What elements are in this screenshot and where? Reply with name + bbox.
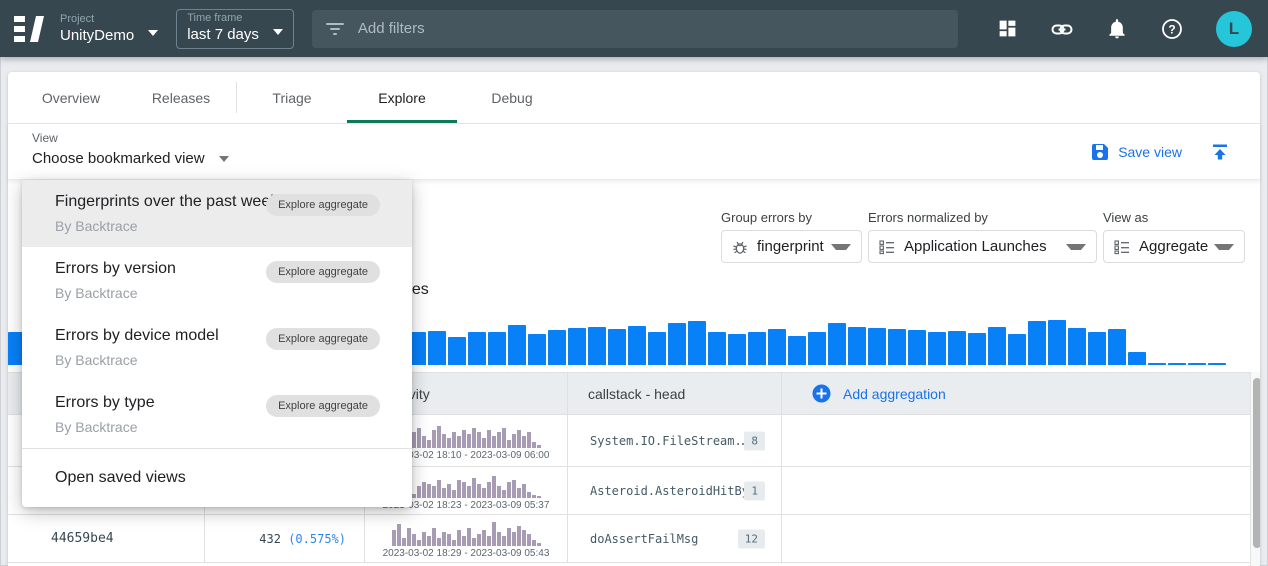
menu-item-errors-by-device-model[interactable]: Errors by device model By Backtrace Expl…: [22, 314, 412, 381]
chevron-down-icon: [1066, 244, 1086, 250]
view-label: View: [32, 131, 1260, 146]
activity-range: 2023-03-02 18:29 - 2023-03-09 05:43: [383, 548, 550, 559]
menu-item-errors-by-type[interactable]: Errors by type By Backtrace Explore aggr…: [22, 381, 412, 448]
table-scrollbar-thumb[interactable]: [1253, 378, 1260, 548]
user-avatar[interactable]: L: [1216, 11, 1252, 47]
callstack-cell: doAssertFailMsg 12: [568, 515, 782, 562]
normalized-by-dropdown[interactable]: Application Launches: [868, 230, 1097, 263]
list-icon: [1114, 239, 1130, 255]
bookmarked-views-menu: Fingerprints over the past week By Backt…: [22, 180, 412, 507]
group-by-dropdown[interactable]: fingerprint: [721, 230, 862, 263]
backtrace-logo-icon[interactable]: [14, 13, 44, 45]
control-label: View as: [1103, 210, 1245, 225]
navbar-icons: ? L: [996, 11, 1252, 47]
timeframe-label: Time frame: [187, 12, 259, 25]
view-as-control: View as Aggregate: [1103, 210, 1245, 263]
timeframe-value: last 7 days: [187, 25, 259, 44]
errors-cell: 432 (0.575%): [205, 515, 365, 562]
menu-item-subtitle: By Backtrace: [55, 417, 380, 437]
error-count: 432: [259, 532, 281, 546]
empty-cell: [782, 415, 1250, 466]
view-as-value: Aggregate: [1139, 238, 1208, 255]
tab-overview[interactable]: Overview: [16, 72, 126, 123]
normalized-by-value: Application Launches: [904, 238, 1047, 255]
top-navbar: Project UnityDemo Time frame last 7 days…: [0, 0, 1268, 57]
project-label: Project: [60, 13, 134, 26]
tab-explore[interactable]: Explore: [347, 72, 457, 123]
timeframe-selector[interactable]: Time frame last 7 days: [176, 9, 294, 49]
link-icon[interactable]: [1051, 18, 1073, 40]
callstack-count-badge: 1: [744, 481, 765, 500]
callstack-cell: System.IO.FileStream.… 8: [568, 415, 782, 466]
app-window: Project UnityDemo Time frame last 7 days…: [0, 0, 1268, 566]
callstack-count-badge: 8: [744, 431, 765, 450]
menu-item-errors-by-version[interactable]: Errors by version By Backtrace Explore a…: [22, 247, 412, 314]
control-label: Errors normalized by: [868, 210, 1097, 225]
bug-icon: [732, 239, 748, 255]
activity-sparkline: [392, 473, 541, 498]
tab-triage[interactable]: Triage: [237, 72, 347, 123]
bookmarked-view-chooser[interactable]: Choose bookmarked view: [32, 150, 1260, 167]
save-icon: [1091, 143, 1109, 161]
collapse-top-icon[interactable]: [1210, 142, 1230, 162]
header-callstack-head[interactable]: callstack - head: [568, 373, 782, 414]
error-percent: (0.575%): [288, 532, 346, 546]
fingerprint-cell: 44659be4: [8, 515, 205, 562]
chevron-down-icon: [273, 29, 283, 35]
table-scrollbar-track: [1250, 372, 1260, 566]
tab-releases[interactable]: Releases: [126, 72, 236, 123]
plus-circle-icon: [812, 384, 831, 403]
add-filters-input[interactable]: Add filters: [312, 10, 958, 48]
explore-aggregate-badge: Explore aggregate: [266, 194, 380, 216]
tab-bar: Overview Releases Triage Explore Debug: [8, 72, 1260, 124]
menu-item-subtitle: By Backtrace: [55, 350, 380, 370]
save-view-label: Save view: [1118, 144, 1182, 160]
project-value: UnityDemo: [60, 26, 134, 45]
project-selector[interactable]: Project UnityDemo: [60, 13, 158, 45]
add-aggregation-label: Add aggregation: [843, 386, 946, 402]
add-aggregation-button[interactable]: Add aggregation: [782, 384, 946, 403]
chooser-text: Choose bookmarked view: [32, 150, 205, 167]
filters-placeholder: Add filters: [358, 20, 425, 37]
empty-cell: [782, 467, 1250, 514]
activity-sparkline: [392, 423, 541, 448]
activity-sparkline: [392, 521, 541, 546]
callstack-count-badge: 12: [738, 529, 765, 548]
notifications-bell-icon[interactable]: [1106, 18, 1128, 40]
explore-aggregate-badge: Explore aggregate: [266, 261, 380, 283]
view-bar: View Choose bookmarked view Save view: [8, 124, 1260, 180]
filter-icon: [326, 22, 344, 36]
group-errors-by-control: Group errors by fingerprint: [721, 210, 862, 263]
chevron-down-icon: [148, 30, 158, 36]
normalized-by-control: Errors normalized by Application Launche…: [868, 210, 1097, 263]
list-icon: [879, 239, 895, 255]
view-as-dropdown[interactable]: Aggregate: [1103, 230, 1245, 263]
explore-aggregate-badge: Explore aggregate: [266, 328, 380, 350]
chevron-down-icon: [1214, 244, 1234, 250]
menu-item-fingerprints-over-past-week[interactable]: Fingerprints over the past week By Backt…: [22, 180, 412, 247]
dashboard-icon[interactable]: [996, 18, 1018, 40]
tab-debug[interactable]: Debug: [457, 72, 567, 123]
help-icon[interactable]: ?: [1161, 18, 1183, 40]
group-by-value: fingerprint: [757, 238, 824, 255]
chevron-down-icon: [219, 156, 229, 162]
control-label: Group errors by: [721, 210, 862, 225]
view-actions: Save view: [1091, 124, 1230, 180]
empty-cell: [782, 515, 1250, 562]
callstack-text: Asteroid.AsteroidHitBy…: [590, 484, 756, 498]
table-row[interactable]: 44659be4 432 (0.575%) 2023-03-02 18:29 -…: [8, 515, 1250, 563]
svg-text:?: ?: [1168, 22, 1175, 36]
callstack-cell: Asteroid.AsteroidHitBy… 1: [568, 467, 782, 514]
save-view-button[interactable]: Save view: [1091, 143, 1182, 161]
open-saved-views-item[interactable]: Open saved views: [22, 449, 412, 507]
callstack-text: System.IO.FileStream.…: [590, 434, 749, 448]
chevron-down-icon: [831, 244, 851, 250]
callstack-text: doAssertFailMsg: [590, 532, 698, 546]
menu-item-subtitle: By Backtrace: [55, 283, 380, 303]
explore-aggregate-badge: Explore aggregate: [266, 395, 380, 417]
activity-cell: 2023-03-02 18:29 - 2023-03-09 05:43: [365, 515, 568, 562]
header-add-aggregation: Add aggregation: [782, 373, 1250, 414]
menu-item-subtitle: By Backtrace: [55, 216, 380, 236]
